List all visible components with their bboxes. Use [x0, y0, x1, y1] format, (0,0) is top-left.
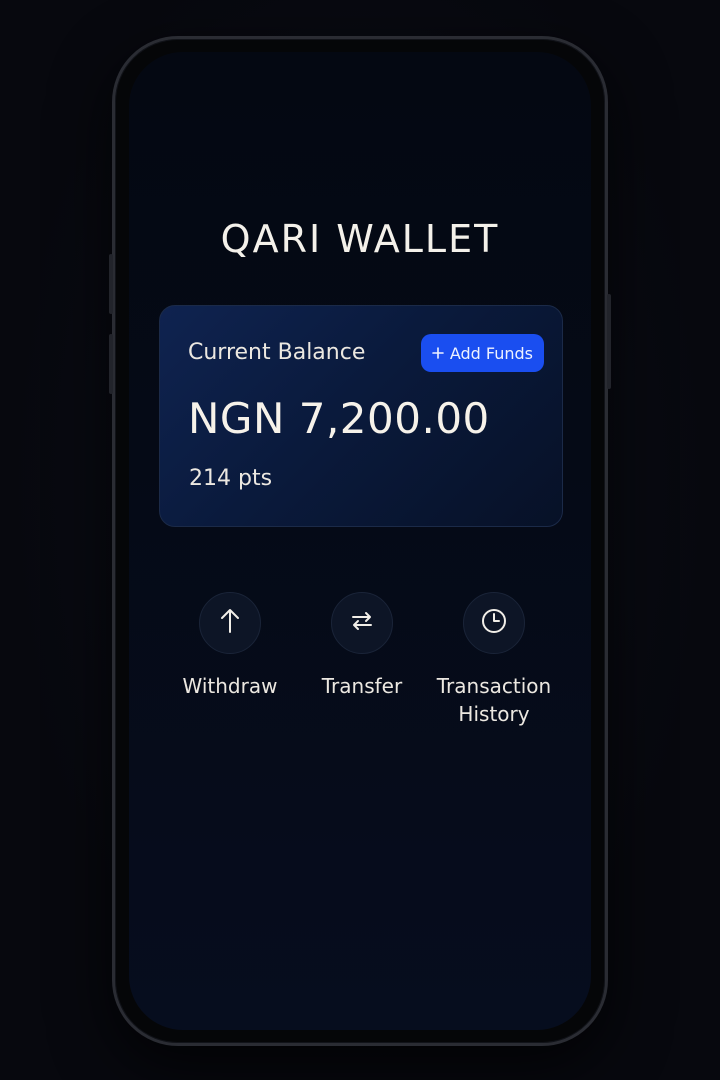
- withdraw-action[interactable]: Withdraw: [160, 592, 300, 700]
- clock-icon: [480, 607, 508, 639]
- add-funds-label: Add Funds: [449, 343, 533, 363]
- phone-frame: QARI WALLET Current Balance Add Funds NG…: [109, 36, 611, 1046]
- stage: QARI WALLET Current Balance Add Funds NG…: [0, 0, 720, 1080]
- arrow-up-icon: [218, 608, 242, 638]
- withdraw-label: Withdraw: [182, 674, 278, 698]
- transaction-history-button[interactable]: [463, 592, 525, 654]
- points-balance: 214 pts: [189, 466, 273, 491]
- transfer-action[interactable]: Transfer: [292, 592, 432, 700]
- transfer-label: Transfer: [321, 674, 403, 698]
- app-title: QARI WALLET: [220, 217, 500, 261]
- transfer-arrows-icon: [350, 609, 374, 637]
- phone-power-button: [607, 294, 611, 389]
- phone-side-button: [109, 334, 113, 394]
- transaction-history-label: Transaction History: [436, 674, 552, 726]
- withdraw-button[interactable]: [199, 592, 261, 654]
- balance-card: Current Balance Add Funds NGN 7,200.00 2…: [159, 305, 563, 527]
- balance-label: Current Balance: [188, 340, 366, 365]
- transfer-button[interactable]: [331, 592, 393, 654]
- add-funds-button[interactable]: Add Funds: [420, 334, 544, 372]
- phone-side-button: [109, 254, 113, 314]
- transaction-history-action[interactable]: Transaction History: [424, 592, 564, 728]
- plus-icon: [432, 344, 444, 363]
- balance-amount: NGN 7,200.00: [188, 394, 490, 443]
- phone-screen: QARI WALLET Current Balance Add Funds NG…: [129, 52, 591, 1030]
